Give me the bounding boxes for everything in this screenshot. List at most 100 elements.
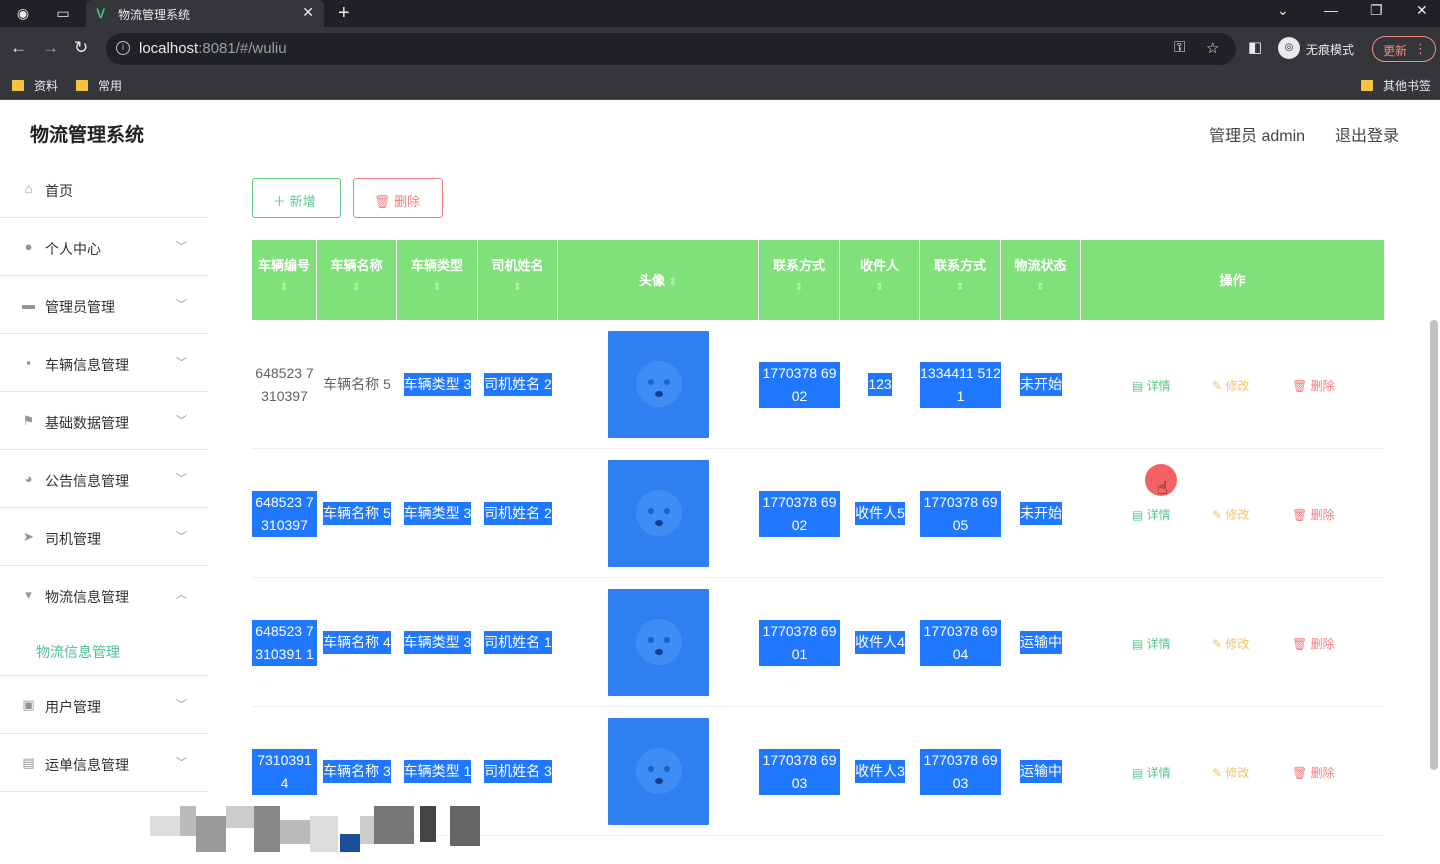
edit-label: 修改 xyxy=(1225,766,1250,780)
detail-button[interactable]: ▤ 详情 xyxy=(1132,635,1171,652)
sort-icon[interactable]: ⇕ xyxy=(397,282,477,293)
tab-list-icon[interactable]: ⌄ xyxy=(1277,2,1289,19)
table-cell: 车辆名称 5 xyxy=(317,320,397,449)
delete-label: 删除 xyxy=(394,194,421,209)
cell-phone: 1770378 6902 xyxy=(759,490,840,537)
sort-icon[interactable]: ⇕ xyxy=(759,282,839,293)
cell-code: 648523 7310391 1 xyxy=(252,619,317,666)
edit-button[interactable]: ✎ 修改 xyxy=(1212,506,1249,523)
sidebar-item-notice[interactable]: ◕ 公告信息管理 ﹀ xyxy=(0,450,208,508)
sidebar-item-driver[interactable]: ➤ 司机管理 ﹀ xyxy=(0,508,208,566)
row-delete-button[interactable]: 🗑 删除 xyxy=(1292,506,1335,523)
app: 物流管理系统 管理员 admin 退出登录 ⌂ 首页 ● 个人中心 ﹀ ▬ 管理… xyxy=(0,100,1440,864)
detail-icon: ▤ xyxy=(1132,508,1147,522)
sort-icon[interactable]: ⇕ xyxy=(840,282,919,293)
sort-icon[interactable]: ⇕ xyxy=(669,277,677,288)
cell-phone: 1770378 6901 xyxy=(759,619,840,666)
table-row[interactable]: 648523 7310397 车辆名称 5 车辆类型 3 司机姓名 2 1770378 … xyxy=(252,449,1384,578)
table-cell: 车辆名称 5 xyxy=(317,449,397,578)
avatar[interactable] xyxy=(608,460,709,567)
row-delete-button[interactable]: 🗑 删除 xyxy=(1292,764,1335,781)
sidebar-item-logistics[interactable]: ▾ 物流信息管理 ︿ xyxy=(0,566,208,624)
column-label: 联系方式 xyxy=(933,258,986,273)
bookmark-folder[interactable]: 常用 xyxy=(76,77,122,94)
row-delete-button[interactable]: 🗑 删除 xyxy=(1292,377,1335,394)
sidebar-item-basic-data[interactable]: ⚑ 基础数据管理 ﹀ xyxy=(0,392,208,450)
row-delete-button[interactable]: 🗑 删除 xyxy=(1292,635,1335,652)
tab-search-icon[interactable]: ▭ xyxy=(54,4,72,22)
avatar[interactable] xyxy=(608,718,709,825)
vertical-scrollbar[interactable] xyxy=(1430,320,1438,770)
avatar[interactable] xyxy=(608,331,709,438)
sidebar-toggle-icon[interactable]: ◧ xyxy=(1248,38,1262,56)
bookmark-star-icon[interactable]: ☆ xyxy=(1206,39,1219,57)
bookmark-folder[interactable]: 资料 xyxy=(12,77,58,94)
browser-tab[interactable]: V 物流管理系统 ✕ xyxy=(86,0,324,27)
chart-icon: ▣ xyxy=(22,697,35,712)
table-cell: 收件人5 xyxy=(840,449,920,578)
column-label: 司机姓名 xyxy=(491,258,544,273)
url-field[interactable]: i localhost:8081/#/wuliu ⚿ ☆ xyxy=(106,33,1236,65)
restore-icon[interactable]: ❐ xyxy=(1370,2,1383,19)
site-info-icon[interactable]: i xyxy=(116,41,130,55)
sort-icon[interactable]: ⇕ xyxy=(478,282,557,293)
sort-icon[interactable]: ⇕ xyxy=(1001,282,1080,293)
cell-code: 7310391 4 xyxy=(252,748,317,795)
column-header[interactable]: 车辆类型 ⇕ xyxy=(397,240,478,320)
sidebar-item-waybill[interactable]: ▤ 运单信息管理 ﹀ xyxy=(0,734,208,792)
column-header[interactable]: 司机姓名 ⇕ xyxy=(478,240,558,320)
sort-icon[interactable]: ⇕ xyxy=(920,282,1000,293)
cell-receiver: 收件人4 xyxy=(855,631,905,654)
column-header[interactable]: 头像 ⇕ xyxy=(558,240,759,320)
logout-link[interactable]: 退出登录 xyxy=(1335,122,1399,146)
sidebar-item-vehicle[interactable]: ▪ 车辆信息管理 ﹀ xyxy=(0,334,208,392)
column-header[interactable]: 物流状态 ⇕ xyxy=(1001,240,1081,320)
incognito-profile[interactable]: ◎ 无痕模式 xyxy=(1278,35,1368,63)
table-cell: 车辆名称 4 xyxy=(317,578,397,707)
sidebar-item-admin[interactable]: ▬ 管理员管理 ﹀ xyxy=(0,276,208,334)
edit-button[interactable]: ✎ 修改 xyxy=(1212,635,1249,652)
table-cell: 司机姓名 3 xyxy=(478,707,558,836)
sidebar-item-home[interactable]: ⌂ 首页 xyxy=(0,160,208,218)
edit-button[interactable]: ✎ 修改 xyxy=(1212,764,1249,781)
cell-rphone: 1770378 6903 xyxy=(920,748,1001,795)
sidebar-subitem-logistics[interactable]: 物流信息管理 xyxy=(0,624,208,676)
column-label: 物流状态 xyxy=(1014,258,1067,273)
new-tab-button[interactable]: + xyxy=(338,2,350,25)
column-header[interactable]: 车辆编号 ⇕ xyxy=(252,240,317,320)
sidebar-item-label: 个人中心 xyxy=(45,241,101,257)
table-row[interactable]: 648523 7310391 1 车辆名称 4 车辆类型 3 司机姓名 1 177037… xyxy=(252,578,1384,707)
column-header[interactable]: 联系方式 ⇕ xyxy=(759,240,840,320)
sort-icon[interactable]: ⇕ xyxy=(317,282,396,293)
browser-menu-icon[interactable]: ◉ xyxy=(14,4,32,22)
column-header[interactable]: 车辆名称 ⇕ xyxy=(317,240,397,320)
sort-icon[interactable]: ⇕ xyxy=(252,282,316,293)
minimize-icon[interactable]: — xyxy=(1324,2,1338,18)
table-cell: 车辆类型 3 xyxy=(397,320,478,449)
edit-button[interactable]: ✎ 修改 xyxy=(1212,377,1249,394)
detail-button[interactable]: ▤ 详情 xyxy=(1132,506,1171,523)
column-label: 收件人 xyxy=(859,258,899,273)
avatar[interactable] xyxy=(608,589,709,696)
forward-icon[interactable]: → xyxy=(42,38,59,58)
detail-button[interactable]: ▤ 详情 xyxy=(1132,377,1171,394)
key-icon[interactable]: ⚿ xyxy=(1174,39,1185,56)
add-button[interactable]: ＋ 新增 xyxy=(252,178,341,218)
sidebar-item-profile[interactable]: ● 个人中心 ﹀ xyxy=(0,218,208,276)
detail-button[interactable]: ▤ 详情 xyxy=(1132,764,1171,781)
chevron-up-icon: ︿ xyxy=(176,589,187,601)
column-header[interactable]: 联系方式 ⇕ xyxy=(920,240,1001,320)
bookmarks-bar: 资料 常用 其他书签 xyxy=(0,71,1440,100)
batch-delete-button[interactable]: 🗑 删除 xyxy=(353,178,443,218)
back-icon[interactable]: ← xyxy=(10,38,27,58)
window-close-icon[interactable]: ✕ xyxy=(1416,2,1428,19)
update-button[interactable]: 更新 ⋮ xyxy=(1372,36,1436,62)
sidebar-item-users[interactable]: ▣ 用户管理 ﹀ xyxy=(0,676,208,734)
cell-rphone: 1334411 5121 xyxy=(920,361,1001,408)
reload-icon[interactable]: ↻ xyxy=(74,38,88,58)
flag-icon: ⚑ xyxy=(22,413,35,428)
other-bookmarks[interactable]: 其他书签 xyxy=(1361,77,1431,94)
column-header[interactable]: 收件人 ⇕ xyxy=(840,240,920,320)
table-row[interactable]: 648523 7310397 车辆名称 5 车辆类型 3 司机姓名 2 1770378 … xyxy=(252,320,1384,449)
close-tab-icon[interactable]: ✕ xyxy=(302,4,314,21)
